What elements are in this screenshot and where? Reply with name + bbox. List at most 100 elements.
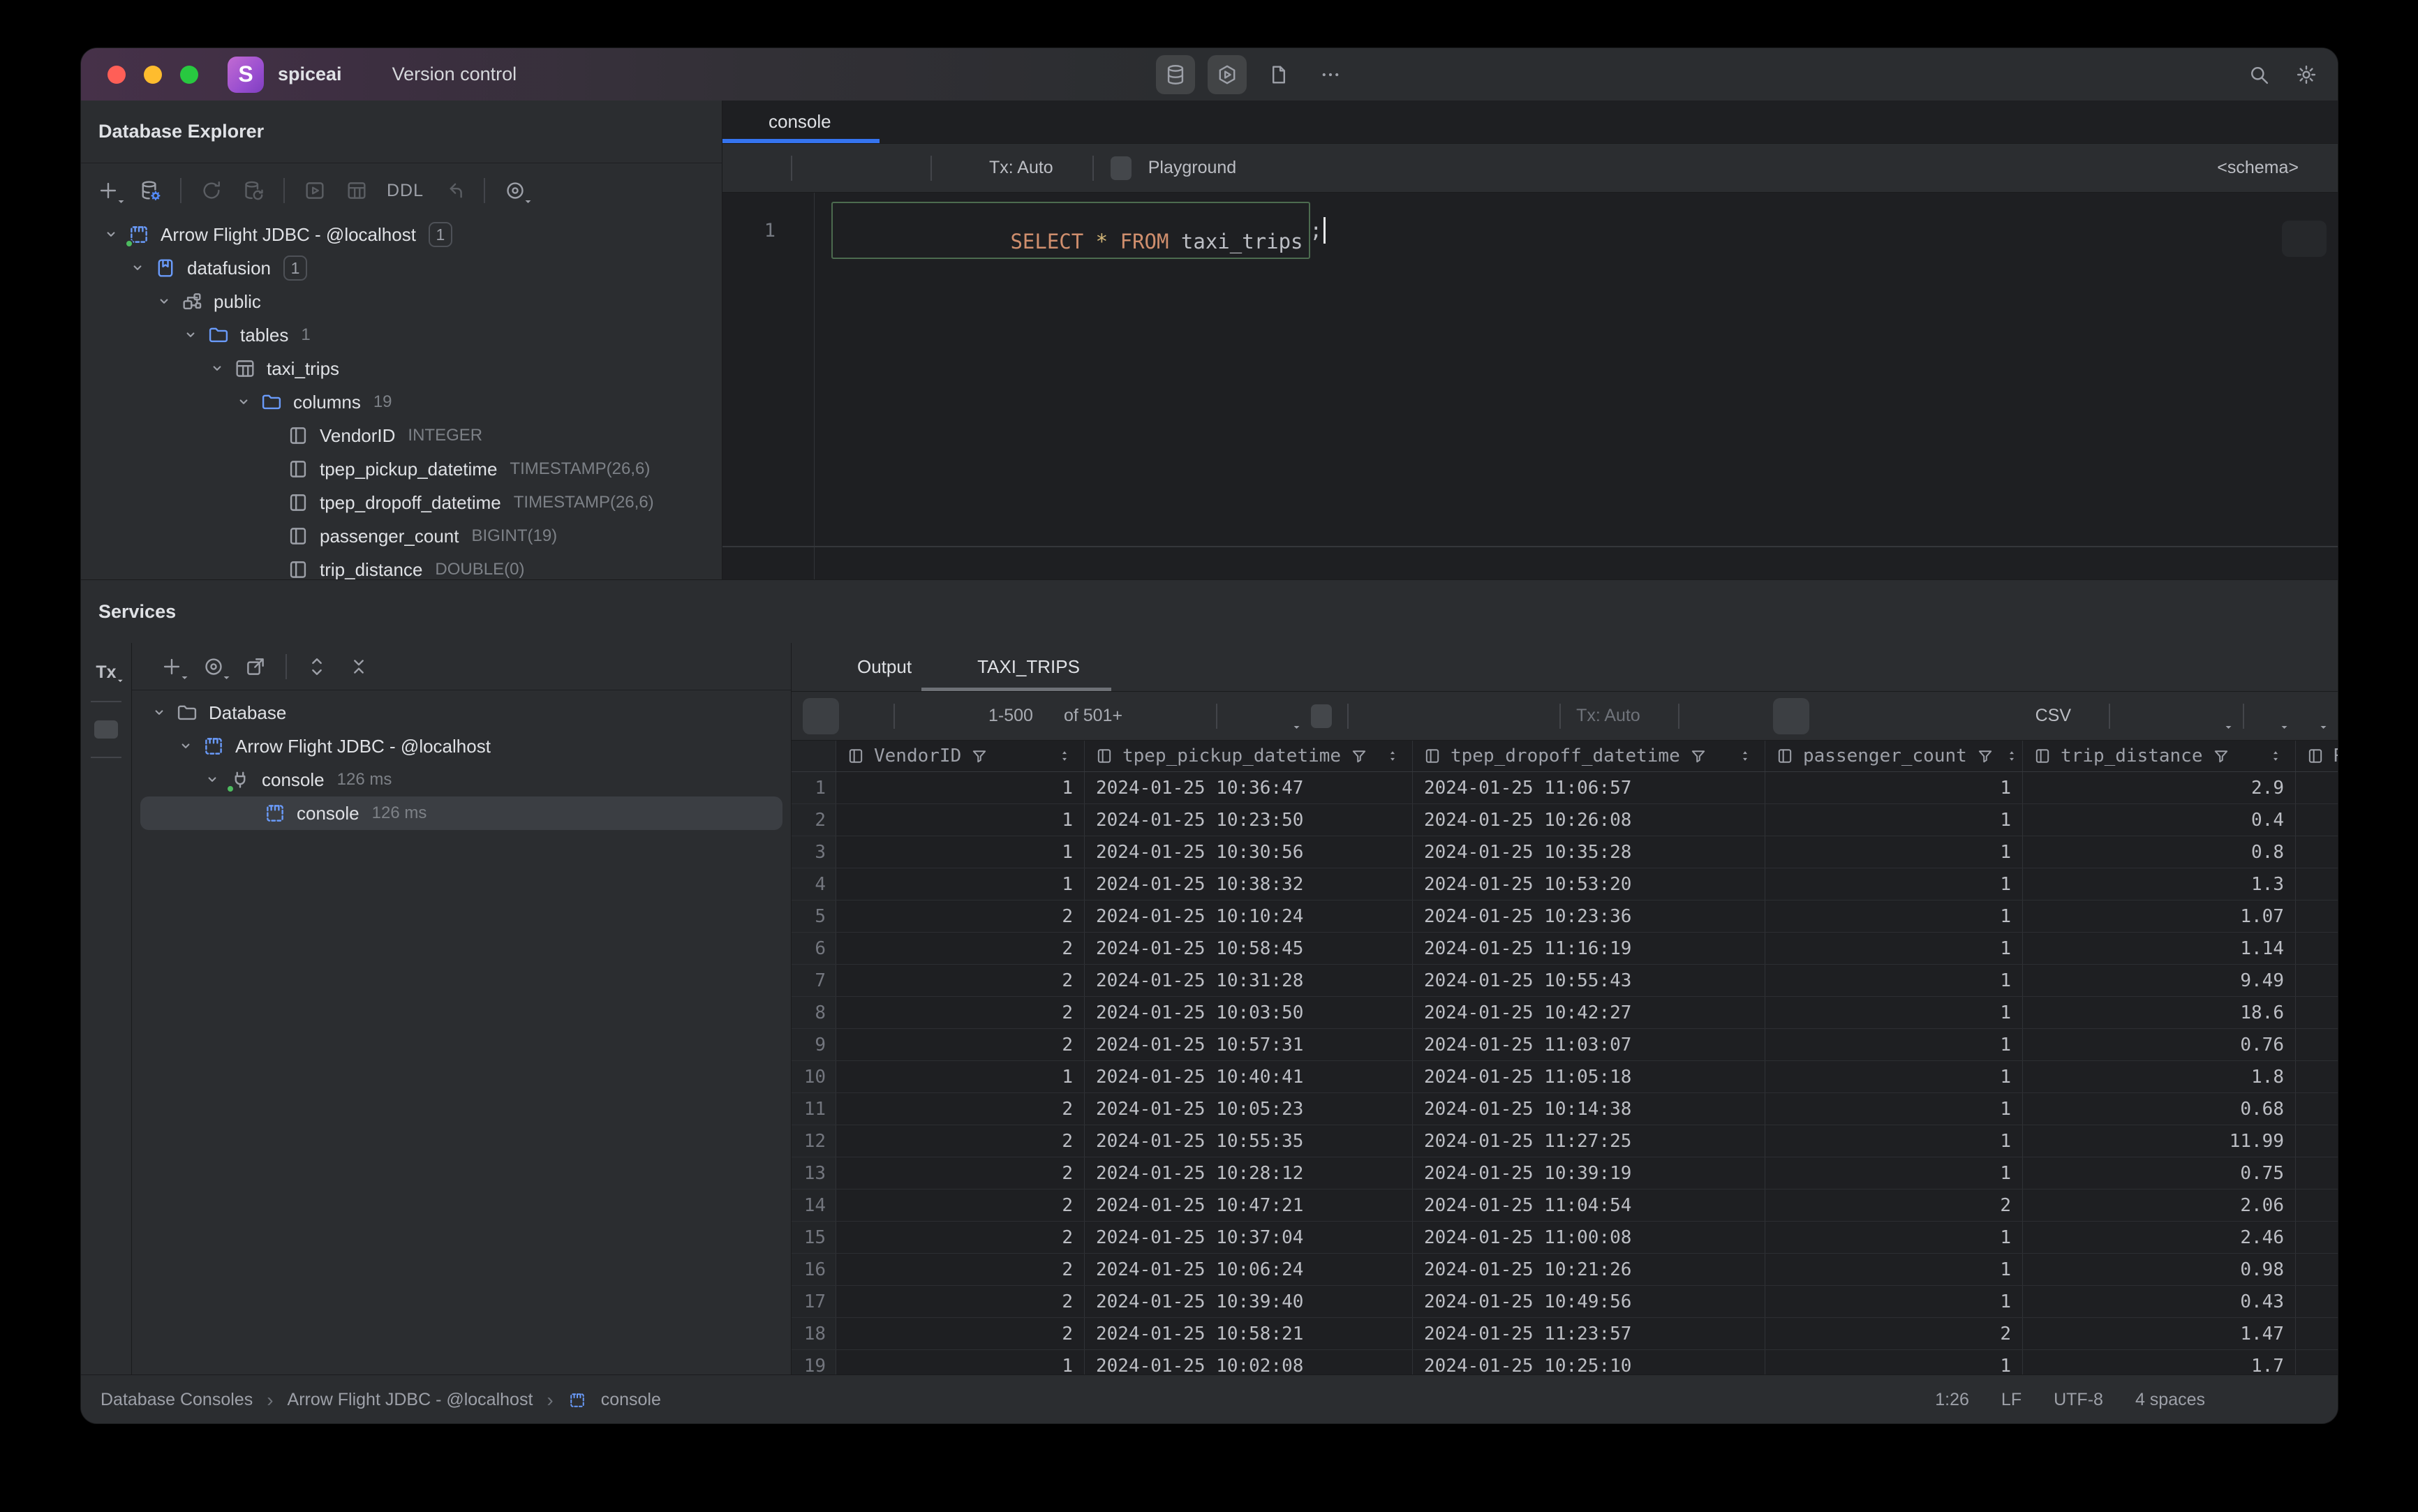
project-menu[interactable]: spiceai <box>278 64 364 85</box>
table-cell[interactable]: 2 <box>836 1286 1085 1317</box>
table-cell[interactable]: 2024-01-25 10:23:36 <box>1413 900 1765 932</box>
table-cell[interactable]: 1 <box>1765 1029 2023 1060</box>
table-cell[interactable]: 2024-01-25 10:05:23 <box>1085 1093 1413 1125</box>
search-icon[interactable] <box>2247 63 2271 87</box>
chevron-down-icon[interactable] <box>127 258 148 279</box>
table-cell[interactable]: 2024-01-25 10:39:40 <box>1085 1286 1413 1317</box>
table-cell[interactable]: 2 <box>1765 1189 2023 1221</box>
table-cell[interactable]: 2 <box>836 1125 1085 1157</box>
table-cell[interactable] <box>2296 1189 2338 1221</box>
tree-item-tpep-dropoff-datetime[interactable]: tpep_dropoff_datetime TIMESTAMP(26,6) <box>81 486 722 519</box>
table-cell[interactable]: 2024-01-25 10:31:28 <box>1085 965 1413 996</box>
table-cell[interactable] <box>2296 1318 2338 1349</box>
table-cell[interactable]: 1 <box>1765 804 2023 836</box>
table-cell[interactable]: 2 <box>836 900 1085 932</box>
previous-page-icon[interactable] <box>949 704 973 728</box>
table-cell[interactable]: 2024-01-25 11:27:25 <box>1413 1125 1765 1157</box>
table-cell[interactable]: 1.14 <box>2023 933 2296 964</box>
table-cell[interactable]: 2024-01-25 10:26:08 <box>1413 804 1765 836</box>
table-cell[interactable]: 2 <box>836 1254 1085 1285</box>
navigate-back-icon[interactable] <box>442 179 466 202</box>
table-cell[interactable] <box>2296 1093 2338 1125</box>
import-icon[interactable] <box>2126 704 2149 728</box>
table-cell[interactable]: 1 <box>836 868 1085 900</box>
table-cell[interactable]: 0.43 <box>2023 1286 2296 1317</box>
filter-funnel-icon[interactable] <box>2211 746 2231 766</box>
filter-toggle[interactable] <box>1772 697 1809 734</box>
tree-item-database[interactable]: Database <box>132 696 791 729</box>
table-cell[interactable]: 2 <box>836 933 1085 964</box>
tree-item-console[interactable]: console 126 ms <box>140 796 782 830</box>
table-cell[interactable]: 2.9 <box>2023 772 2296 803</box>
table-row[interactable]: 15 2 2024-01-25 10:37:04 2024-01-25 11:00:0… <box>792 1222 2338 1254</box>
open-in-new-icon[interactable] <box>244 655 267 679</box>
table-row[interactable]: 3 1 2024-01-25 10:30:56 2024-01-25 10:35:28… <box>792 836 2338 868</box>
table-cell[interactable]: 2024-01-25 10:23:50 <box>1085 804 1413 836</box>
table-cell[interactable]: 0.75 <box>2023 1157 2296 1189</box>
open-table-icon[interactable] <box>345 179 369 202</box>
filter-funnel-icon[interactable] <box>1349 746 1369 766</box>
table-cell[interactable]: 1 <box>1765 1125 2023 1157</box>
column-header-rate[interactable]: Rate <box>2296 741 2338 771</box>
table-cell[interactable]: 0.98 <box>2023 1254 2296 1285</box>
export-format-select[interactable]: CSV <box>2035 706 2093 726</box>
table-cell[interactable] <box>2296 997 2338 1028</box>
output-mode-icon[interactable] <box>949 156 972 180</box>
ddl-button[interactable]: DDL <box>387 181 424 201</box>
table-cell[interactable]: 2024-01-25 10:36:47 <box>1085 772 1413 803</box>
next-page-icon[interactable] <box>1138 704 1162 728</box>
table-cell[interactable] <box>2296 1286 2338 1317</box>
table-cell[interactable] <box>2296 804 2338 836</box>
table-cell[interactable]: 2 <box>836 1222 1085 1253</box>
auto-refresh-icon[interactable] <box>1272 704 1296 728</box>
table-cell[interactable] <box>2296 1125 2338 1157</box>
table-row[interactable]: 7 2 2024-01-25 10:31:28 2024-01-25 10:55:43… <box>792 965 2338 997</box>
parameters-icon[interactable] <box>850 156 873 180</box>
table-cell[interactable]: 1 <box>1765 1222 2023 1253</box>
column-header-vendorid[interactable]: VendorID <box>836 741 1085 771</box>
table-cell[interactable]: 2024-01-25 10:06:24 <box>1085 1254 1413 1285</box>
table-cell[interactable]: 2024-01-25 10:38:32 <box>1085 868 1413 900</box>
table-cell[interactable]: 2024-01-25 10:10:24 <box>1085 900 1413 932</box>
line-ending[interactable]: LF <box>2001 1390 2022 1410</box>
table-cell[interactable]: 0.68 <box>2023 1093 2296 1125</box>
code-editor[interactable]: 1 SELECT * FROM taxi_trips ; <box>722 193 2338 579</box>
table-cell[interactable]: 1 <box>1765 900 2023 932</box>
chevron-down-icon[interactable] <box>154 291 175 312</box>
table-cell[interactable]: 18.6 <box>2023 997 2296 1028</box>
view-options-icon[interactable] <box>2260 704 2283 728</box>
sort-icon[interactable] <box>2267 748 2284 764</box>
settings-icon[interactable] <box>2294 63 2318 87</box>
table-cell[interactable] <box>2296 1061 2338 1092</box>
column-header-passenger_count[interactable]: passenger_count <box>1765 741 2023 771</box>
table-row[interactable]: 16 2 2024-01-25 10:06:24 2024-01-25 10:21:2… <box>792 1254 2338 1286</box>
chevron-down-icon[interactable] <box>175 736 196 757</box>
table-cell[interactable]: 2.06 <box>2023 1189 2296 1221</box>
revert-selected-icon[interactable] <box>1481 704 1505 728</box>
table-cell[interactable]: 9.49 <box>2023 965 2296 996</box>
table-cell[interactable]: 1 <box>836 772 1085 803</box>
table-cell[interactable]: 1.3 <box>2023 868 2296 900</box>
tree-item-tables[interactable]: tables 1 <box>81 318 722 352</box>
table-cell[interactable]: 1 <box>836 836 1085 868</box>
expand-all-icon[interactable] <box>305 655 329 679</box>
table-cell[interactable]: 2024-01-25 10:57:31 <box>1085 1029 1413 1060</box>
table-cell[interactable]: 2024-01-25 10:02:08 <box>1085 1350 1413 1374</box>
close-button[interactable] <box>107 65 126 84</box>
close-icon[interactable] <box>841 114 858 131</box>
grid-corner[interactable] <box>792 741 836 771</box>
tree-item-taxi-trips[interactable]: taxi_trips <box>81 352 722 385</box>
grid-settings-icon[interactable] <box>2299 704 2322 728</box>
tab-output[interactable]: Output <box>810 643 930 691</box>
notifications-icon[interactable] <box>2293 1388 2317 1412</box>
table-row[interactable]: 1 1 2024-01-25 10:36:47 2024-01-25 11:06:57… <box>792 772 2338 804</box>
page-size-select[interactable]: 1-500 of 501+ <box>988 706 1122 726</box>
tree-item-public[interactable]: public <box>81 285 722 318</box>
export-icon[interactable] <box>2165 704 2188 728</box>
view-options-icon[interactable] <box>503 179 527 202</box>
table-row[interactable]: 13 2 2024-01-25 10:28:12 2024-01-25 10:39:1… <box>792 1157 2338 1189</box>
indent-setting[interactable]: 4 spaces <box>2135 1390 2205 1410</box>
column-header-tpep_dropoff_datetime[interactable]: tpep_dropoff_datetime <box>1413 741 1765 771</box>
reload-icon[interactable] <box>1233 704 1256 728</box>
chevron-down-icon[interactable] <box>180 325 201 346</box>
